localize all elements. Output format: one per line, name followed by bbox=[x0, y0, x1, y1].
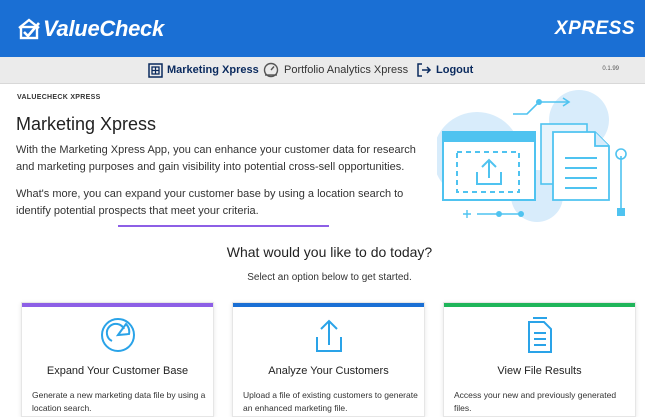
marketing-icon bbox=[148, 62, 163, 78]
card-description: Generate a new marketing data file by us… bbox=[32, 390, 206, 413]
chart-pie-icon bbox=[100, 318, 135, 352]
portfolio-icon bbox=[263, 62, 279, 78]
nav-label: Portfolio Analytics Xpress bbox=[284, 64, 409, 76]
card-title: Expand Your Customer Base bbox=[46, 365, 189, 377]
card-expand-customer-base[interactable]: Expand Your Customer Base Generate a new… bbox=[21, 302, 214, 417]
card-accent-bar bbox=[22, 303, 213, 307]
divider-line bbox=[118, 225, 329, 227]
prompt-question-text: What would you like to do today? bbox=[226, 244, 433, 260]
upload-illustration bbox=[437, 90, 627, 222]
nav-bar: Marketing Xpress Portfolio Analytics Xpr… bbox=[0, 57, 645, 84]
card-analyze-customers[interactable]: Analyze Your Customers Upload a file of … bbox=[232, 302, 425, 417]
prompt-question: What would you like to do today? bbox=[0, 244, 645, 260]
prompt-subtitle: Select an option below to get started. bbox=[0, 272, 645, 283]
card-title: Analyze Your Customers bbox=[268, 365, 389, 377]
intro-paragraph-1: With the Marketing Xpress App, you can e… bbox=[16, 144, 416, 173]
nav-portfolio-analytics[interactable]: Portfolio Analytics Xpress bbox=[262, 60, 408, 80]
product-name: XPRESS bbox=[554, 18, 635, 39]
nav-marketing-xpress[interactable]: Marketing Xpress bbox=[148, 60, 259, 80]
card-description: Access your new and previously generated… bbox=[454, 390, 617, 413]
document-icon bbox=[527, 317, 552, 353]
nav-label: Logout bbox=[436, 64, 474, 76]
upload-icon bbox=[315, 319, 342, 352]
card-view-file-results[interactable]: View File Results Access your new and pr… bbox=[443, 302, 636, 417]
logo-icon bbox=[18, 18, 40, 40]
card-title: View File Results bbox=[497, 365, 582, 377]
intro-paragraph-2: What's more, you can expand your custome… bbox=[16, 188, 404, 217]
card-accent-bar bbox=[233, 303, 424, 307]
top-bar: ValueCheck XPRESS bbox=[0, 0, 645, 57]
prompt-subtitle-text: Select an option below to get started. bbox=[247, 272, 412, 283]
page-title: Marketing Xpress bbox=[16, 114, 157, 134]
breadcrumb: VALUECHECK XPRESS bbox=[17, 94, 101, 101]
valuecheck-logo[interactable]: ValueCheck bbox=[17, 13, 164, 45]
version-label: 0.1.99 bbox=[602, 66, 619, 72]
logout-icon bbox=[417, 63, 432, 77]
brand-name: ValueCheck bbox=[43, 16, 164, 41]
card-description: Upload a file of existing customers to g… bbox=[243, 390, 418, 413]
card-accent-bar bbox=[444, 303, 635, 307]
nav-label: Marketing Xpress bbox=[167, 64, 259, 76]
nav-logout[interactable]: Logout bbox=[416, 60, 473, 80]
